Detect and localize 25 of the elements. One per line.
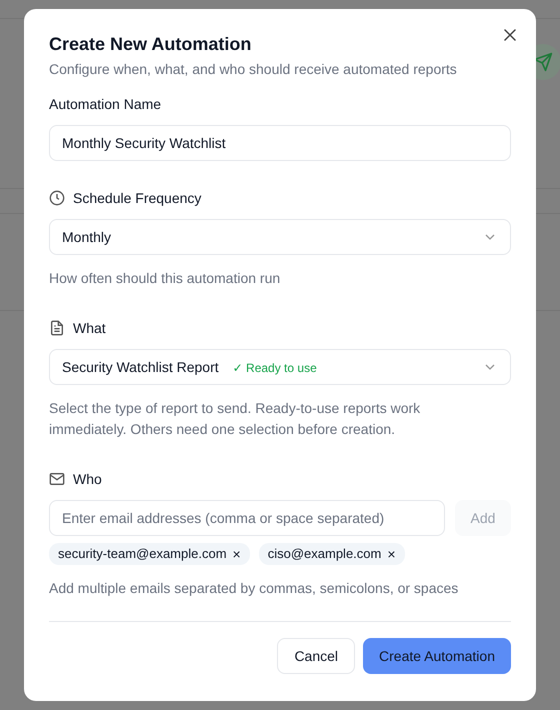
field-label: What: [73, 320, 106, 336]
hint-text: Add multiple emails separated by commas, semicolons, or spaces: [49, 579, 460, 598]
close-icon[interactable]: [503, 28, 517, 42]
name-field[interactable]: Monthly Security Watchlist: [49, 125, 511, 161]
report-dropdown[interactable]: Security Watchlist Report ✓ Ready to use: [49, 349, 511, 385]
hint-text: Select the type of report to send. Ready-to-use reports work immediately. Others need one selection before creation.: [49, 399, 422, 439]
email-field[interactable]: Enter email addresses (comma or space separated): [49, 500, 445, 536]
clock-icon: [49, 190, 65, 206]
dialog-subtitle: Configure when, what, and who should receive automated reports: [49, 60, 458, 78]
document-icon: [49, 320, 65, 336]
email-address: ciso@example.com: [268, 545, 382, 563]
field-label: Automation Name: [49, 95, 162, 113]
remove-button[interactable]: ×: [232, 545, 241, 563]
mail-icon: [49, 472, 65, 486]
hint-text: How often should this automation run: [49, 269, 282, 288]
field-label: Who: [73, 471, 102, 487]
report-name: Security Watchlist Report: [62, 359, 219, 375]
cancel-button[interactable]: Cancel: [277, 638, 356, 674]
remove-button[interactable]: ×: [387, 545, 396, 563]
field-label: Schedule Frequency: [73, 190, 202, 206]
schedule-dropdown[interactable]: Monthly: [49, 219, 511, 255]
dialog-title: Create New Automation: [49, 33, 252, 55]
email-address: security-team@example.com: [58, 545, 227, 563]
ready-status: ✓ Ready to use: [232, 361, 317, 375]
create-button[interactable]: Create Automation: [363, 638, 511, 674]
